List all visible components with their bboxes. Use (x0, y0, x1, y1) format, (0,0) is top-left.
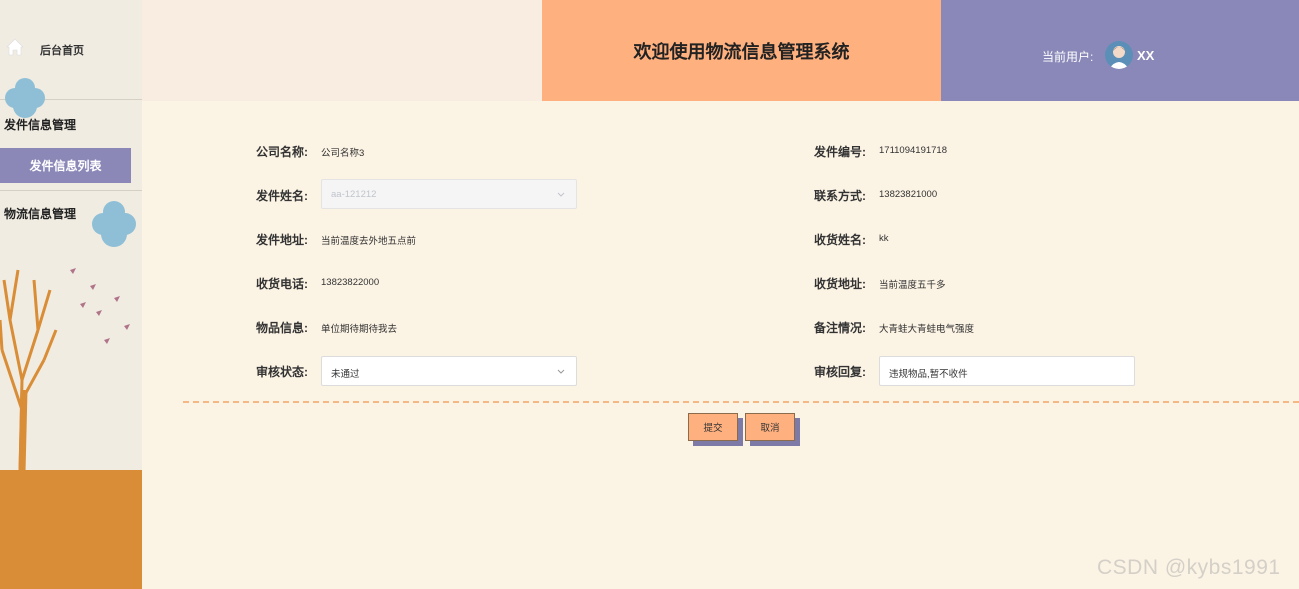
tree-decoration-icon (0, 268, 130, 472)
sender-no-value: 1711094191718 (879, 145, 947, 156)
header-blank (142, 0, 542, 101)
sender-name-value: aa-121212 (331, 189, 377, 200)
contact-value: 13823821000 (879, 189, 938, 200)
home-icon (6, 38, 24, 56)
sender-name-label: 发件姓名: (256, 189, 308, 203)
sidebar-item-label: 后台首页 (40, 45, 84, 57)
sidebar: 后台首页 发件信息管理 发件信息列表 物流信息管理 (0, 0, 142, 589)
audit-status-value: 未通过 (331, 369, 360, 380)
cloud-decoration-icon (5, 78, 45, 118)
ground-decoration (0, 470, 142, 589)
goods-label: 物品信息: (256, 321, 308, 335)
chevron-down-icon (557, 192, 565, 197)
header-user-panel: 当前用户: XX (941, 0, 1299, 101)
avatar[interactable] (1105, 41, 1133, 69)
remark-value: 大青蛙大青蛙电气强度 (879, 324, 975, 335)
sidebar-group-sender[interactable]: 发件信息管理 (4, 116, 76, 133)
sidebar-divider (0, 190, 142, 191)
receiver-name-label: 收货姓名: (814, 233, 866, 247)
chevron-down-icon (557, 369, 565, 374)
audit-reply-input[interactable]: 违规物品,暂不收件 (879, 356, 1135, 386)
submit-button[interactable]: 提交 (688, 413, 738, 441)
receiver-name-value: kk (879, 233, 889, 244)
audit-reply-value: 违规物品,暂不收件 (889, 369, 968, 380)
receiver-phone-label: 收货电话: (256, 277, 308, 291)
sender-no-label: 发件编号: (814, 145, 866, 159)
current-user-label: 当前用户: (1042, 50, 1094, 64)
contact-label: 联系方式: (814, 189, 866, 203)
cancel-button[interactable]: 取消 (745, 413, 795, 441)
audit-reply-label: 审核回复: (814, 365, 866, 379)
current-user-name: XX (1137, 48, 1155, 63)
sidebar-group-logistics[interactable]: 物流信息管理 (4, 205, 76, 222)
sidebar-item-sender-list[interactable]: 发件信息列表 (0, 148, 131, 183)
sender-addr-label: 发件地址: (256, 233, 308, 247)
page-title: 欢迎使用物流信息管理系统 (633, 41, 850, 62)
sender-addr-value: 当前温度去外地五点前 (321, 236, 417, 247)
header-title-panel: 欢迎使用物流信息管理系统 (542, 0, 941, 101)
receiver-addr-value: 当前温度五千多 (879, 280, 946, 291)
audit-status-label: 审核状态: (256, 365, 308, 379)
watermark: CSDN @kybs1991 (1097, 556, 1281, 579)
company-value: 公司名称3 (321, 148, 365, 159)
user-avatar-icon (1109, 46, 1129, 69)
audit-status-select[interactable]: 未通过 (321, 356, 577, 386)
company-label: 公司名称: (256, 145, 308, 159)
receiver-phone-value: 13823822000 (321, 277, 380, 288)
form-divider (183, 401, 1299, 403)
cloud-decoration-icon (92, 201, 136, 247)
submit-button-wrap: 提交 (688, 413, 744, 447)
receiver-addr-label: 收货地址: (814, 277, 866, 291)
sender-name-select[interactable]: aa-121212 (321, 179, 577, 209)
goods-value: 单位期待期待我去 (321, 324, 398, 335)
remark-label: 备注情况: (814, 321, 866, 335)
cancel-button-wrap: 取消 (745, 413, 801, 447)
